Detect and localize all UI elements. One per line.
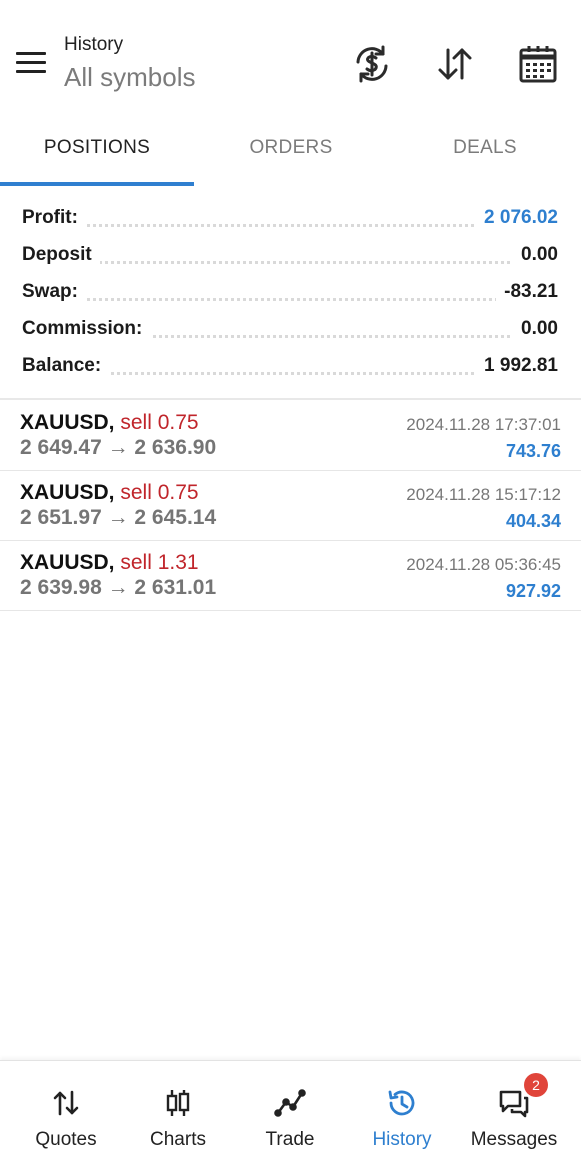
menu-icon[interactable] <box>14 46 50 82</box>
trade-icon <box>274 1087 306 1119</box>
swap-value: -83.21 <box>496 281 558 303</box>
deal-profit: 404.34 <box>505 511 561 531</box>
commission-row: Commission: 0.00 <box>22 311 558 348</box>
deal-time: 2024.11.28 15:17:12 <box>406 485 561 504</box>
list-item[interactable]: XAUUSD, sell 1.31 2 639.98 → 2 631.01 20… <box>0 541 581 611</box>
profit-label: Profit: <box>22 207 86 229</box>
deal-symbol: XAUUSD, sell 0.75 <box>20 411 199 434</box>
sort-icon[interactable] <box>433 42 477 86</box>
deal-symbol: XAUUSD, sell 1.31 <box>20 551 199 574</box>
deal-time: 2024.11.28 05:36:45 <box>406 555 561 574</box>
page-title: History <box>64 34 124 55</box>
list-item[interactable]: XAUUSD, sell 0.75 2 649.47 → 2 636.90 20… <box>0 401 581 471</box>
nav-trade[interactable]: Trade <box>232 1061 348 1174</box>
currency-exchange-icon[interactable] <box>350 42 394 86</box>
unread-badge: 2 <box>524 1073 548 1097</box>
commission-value: 0.00 <box>513 318 558 340</box>
nav-quotes[interactable]: Quotes <box>8 1061 124 1174</box>
deal-profit: 927.92 <box>505 581 561 601</box>
history-icon <box>386 1087 418 1119</box>
summary-panel: Profit: 2 076.02 Deposit 0.00 Swap: -83.… <box>0 198 581 398</box>
top-bar: History All symbols <box>0 0 581 120</box>
deposit-label: Deposit <box>22 244 100 266</box>
charts-icon <box>162 1087 194 1119</box>
deposit-row: Deposit 0.00 <box>22 237 558 274</box>
balance-value: 1 992.81 <box>476 355 558 377</box>
bottom-navigation: Quotes Charts Trade History 2 Messages <box>0 1060 581 1174</box>
deal-prices: 2 649.47 → 2 636.90 <box>20 436 217 459</box>
deal-symbol: XAUUSD, sell 0.75 <box>20 481 199 504</box>
dotted-leader <box>22 261 558 264</box>
divider <box>0 398 581 400</box>
swap-label: Swap: <box>22 281 86 303</box>
active-tab-indicator <box>0 182 194 186</box>
deal-type: sell 0.75 <box>120 411 199 434</box>
balance-label: Balance: <box>22 355 110 377</box>
tab-orders[interactable]: ORDERS <box>194 120 388 182</box>
deal-type: sell 0.75 <box>120 481 199 504</box>
profit-value: 2 076.02 <box>476 207 558 229</box>
nav-label: Quotes <box>35 1129 97 1150</box>
nav-label: Messages <box>470 1129 558 1150</box>
tab-deals[interactable]: DEALS <box>388 120 581 182</box>
dotted-leader <box>22 298 558 301</box>
deal-time: 2024.11.28 17:37:01 <box>406 415 561 434</box>
deal-prices: 2 639.98 → 2 631.01 <box>20 576 217 599</box>
profit-row: Profit: 2 076.02 <box>22 200 558 237</box>
deal-type: sell 1.31 <box>120 551 199 574</box>
nav-history[interactable]: History <box>344 1061 460 1174</box>
symbol-filter[interactable]: All symbols <box>64 62 195 93</box>
deposit-value: 0.00 <box>513 244 558 266</box>
nav-charts[interactable]: Charts <box>120 1061 236 1174</box>
balance-row: Balance: 1 992.81 <box>22 348 558 385</box>
list-item[interactable]: XAUUSD, sell 0.75 2 651.97 → 2 645.14 20… <box>0 471 581 541</box>
nav-label: History <box>372 1129 432 1150</box>
nav-messages[interactable]: 2 Messages <box>456 1061 572 1174</box>
tab-bar: POSITIONS ORDERS DEALS <box>0 120 581 186</box>
deal-profit: 743.76 <box>505 441 561 461</box>
tab-positions[interactable]: POSITIONS <box>0 120 194 182</box>
nav-label: Trade <box>265 1129 315 1150</box>
deal-prices: 2 651.97 → 2 645.14 <box>20 506 217 529</box>
quotes-icon <box>50 1087 82 1119</box>
swap-row: Swap: -83.21 <box>22 274 558 311</box>
commission-label: Commission: <box>22 318 151 340</box>
nav-label: Charts <box>150 1129 206 1150</box>
calendar-icon[interactable] <box>516 42 560 86</box>
